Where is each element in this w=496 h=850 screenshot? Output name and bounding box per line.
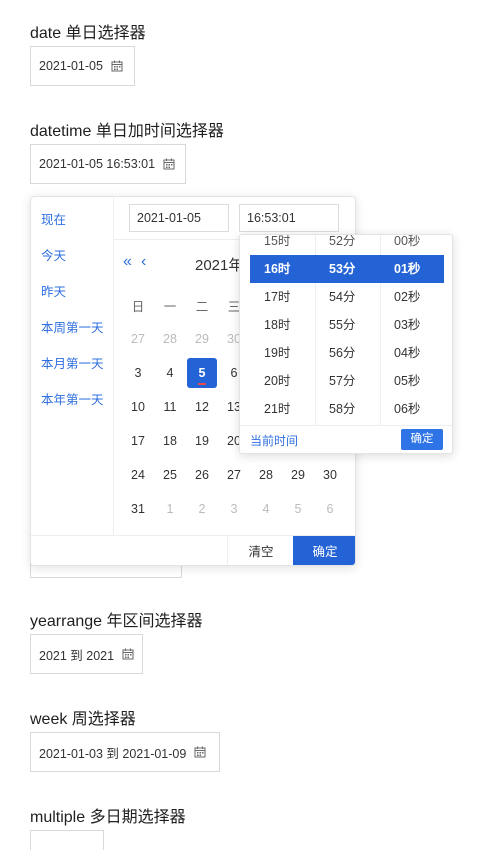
second-option[interactable]: 01秒 [380, 255, 444, 283]
second-option[interactable]: 06秒 [380, 395, 444, 423]
day-cell[interactable]: 29 [187, 324, 217, 354]
day-cell[interactable]: 29 [283, 460, 313, 490]
day-cell[interactable]: 30 [315, 460, 345, 490]
time-confirm-button[interactable]: 确定 [401, 429, 443, 450]
day-cell[interactable]: 10 [123, 392, 153, 422]
day-cell[interactable]: 31 [123, 494, 153, 524]
datetime-section-title: datetime 单日加时间选择器 [30, 123, 224, 140]
day-cell[interactable]: 27 [123, 324, 153, 354]
day-cell[interactable]: 1 [155, 494, 185, 524]
multiple-picker-input[interactable] [30, 830, 104, 850]
hour-option[interactable]: 17时 [250, 283, 315, 311]
confirm-button[interactable]: 确定 [293, 536, 355, 565]
calendar-icon [122, 648, 134, 660]
minute-option[interactable]: 52分 [315, 235, 380, 255]
hour-option[interactable]: 19时 [250, 339, 315, 367]
shortcut-today[interactable]: 今天 [41, 245, 66, 264]
yearrange-picker-input[interactable]: 2021 到 2021 [30, 634, 143, 674]
second-option[interactable]: 04秒 [380, 339, 444, 367]
current-time-link[interactable]: 当前时间 [250, 432, 298, 449]
multiple-section-title: multiple 多日期选择器 [30, 809, 186, 826]
day-cell[interactable]: 3 [219, 494, 249, 524]
shortcut-now[interactable]: 现在 [41, 209, 66, 228]
minute-option[interactable]: 53分 [315, 255, 380, 283]
weekday-label: 二 [195, 300, 209, 314]
date-section-title: date 单日选择器 [30, 25, 146, 42]
panel-footer: 清空 确定 [31, 535, 355, 565]
minute-option[interactable]: 54分 [315, 283, 380, 311]
day-cell[interactable]: 4 [251, 494, 281, 524]
second-column[interactable]: 00秒 01秒 02秒 03秒 04秒 05秒 06秒 [380, 235, 444, 425]
hour-column[interactable]: 15时 16时 17时 18时 19时 20时 21时 [250, 235, 316, 425]
day-cell[interactable]: 25 [155, 460, 185, 490]
hour-option[interactable]: 21时 [250, 395, 315, 423]
shortcut-yesterday[interactable]: 昨天 [41, 281, 66, 300]
hour-option[interactable]: 15时 [250, 235, 315, 255]
day-cell[interactable]: 27 [219, 460, 249, 490]
date-value: 2021-01-05 [39, 59, 103, 73]
day-cell[interactable]: 5 [187, 358, 217, 388]
second-option[interactable]: 05秒 [380, 367, 444, 395]
date-picker-input[interactable]: 2021-01-05 [30, 46, 135, 86]
second-option[interactable]: 00秒 [380, 235, 444, 255]
shortcut-month-first-day[interactable]: 本月第一天 [41, 353, 104, 372]
week-picker-input[interactable]: 2021-01-03 到 2021-01-09 [30, 732, 220, 772]
day-cell[interactable]: 11 [155, 392, 185, 422]
prev-month-button[interactable]: ‹ [141, 253, 146, 271]
minute-option[interactable]: 56分 [315, 339, 380, 367]
day-cell[interactable]: 28 [251, 460, 281, 490]
day-cell[interactable]: 26 [187, 460, 217, 490]
week-value: 2021-01-03 到 2021-01-09 [39, 746, 187, 761]
day-cell[interactable]: 6 [315, 494, 345, 524]
day-cell[interactable]: 3 [123, 358, 153, 388]
day-cell[interactable]: 17 [123, 426, 153, 456]
day-cell[interactable]: 2 [187, 494, 217, 524]
week-section-title: week 周选择器 [30, 711, 136, 728]
day-cell[interactable]: 18 [155, 426, 185, 456]
yearrange-value: 2021 到 2021 [39, 648, 115, 663]
day-cell[interactable]: 24 [123, 460, 153, 490]
second-option[interactable]: 02秒 [380, 283, 444, 311]
divider [240, 425, 452, 426]
month-title[interactable]: 2021年 [195, 254, 243, 275]
calendar-icon [111, 60, 123, 72]
hour-option[interactable]: 16时 [250, 255, 315, 283]
calendar-icon [163, 158, 175, 170]
day-cell[interactable]: 5 [283, 494, 313, 524]
weekday-label: 一 [163, 300, 177, 314]
prev-year-button[interactable]: « [123, 253, 132, 271]
datetime-value: 2021-01-05 16:53:01 [39, 157, 156, 171]
shortcut-year-first-day[interactable]: 本年第一天 [41, 389, 104, 408]
day-cell[interactable]: 12 [187, 392, 217, 422]
day-cell[interactable]: 19 [187, 426, 217, 456]
shortcut-list: 现在 今天 昨天 本周第一天 本月第一天 本年第一天 [31, 197, 114, 535]
datetime-picker-input[interactable]: 2021-01-05 16:53:01 [30, 144, 186, 184]
minute-column[interactable]: 52分 53分 54分 55分 56分 57分 58分 [315, 235, 381, 425]
hour-option[interactable]: 18时 [250, 311, 315, 339]
yearrange-section-title: yearrange 年区间选择器 [30, 613, 203, 630]
second-option[interactable]: 03秒 [380, 311, 444, 339]
minute-option[interactable]: 55分 [315, 311, 380, 339]
day-cell[interactable]: 28 [155, 324, 185, 354]
calendar-icon [194, 746, 206, 758]
panel-date-input[interactable]: 2021-01-05 [129, 204, 229, 232]
panel-time-input[interactable]: 16:53:01 [239, 204, 339, 232]
hour-option[interactable]: 20时 [250, 367, 315, 395]
minute-option[interactable]: 57分 [315, 367, 380, 395]
minute-option[interactable]: 58分 [315, 395, 380, 423]
time-picker-dropdown: 15时 16时 17时 18时 19时 20时 21时 52分 53分 54分 55分 56分 57分… [239, 234, 453, 454]
clear-button[interactable]: 清空 [227, 536, 294, 565]
shortcut-week-first-day[interactable]: 本周第一天 [41, 317, 104, 336]
weekday-label: 日 [131, 300, 145, 314]
day-cell[interactable]: 4 [155, 358, 185, 388]
